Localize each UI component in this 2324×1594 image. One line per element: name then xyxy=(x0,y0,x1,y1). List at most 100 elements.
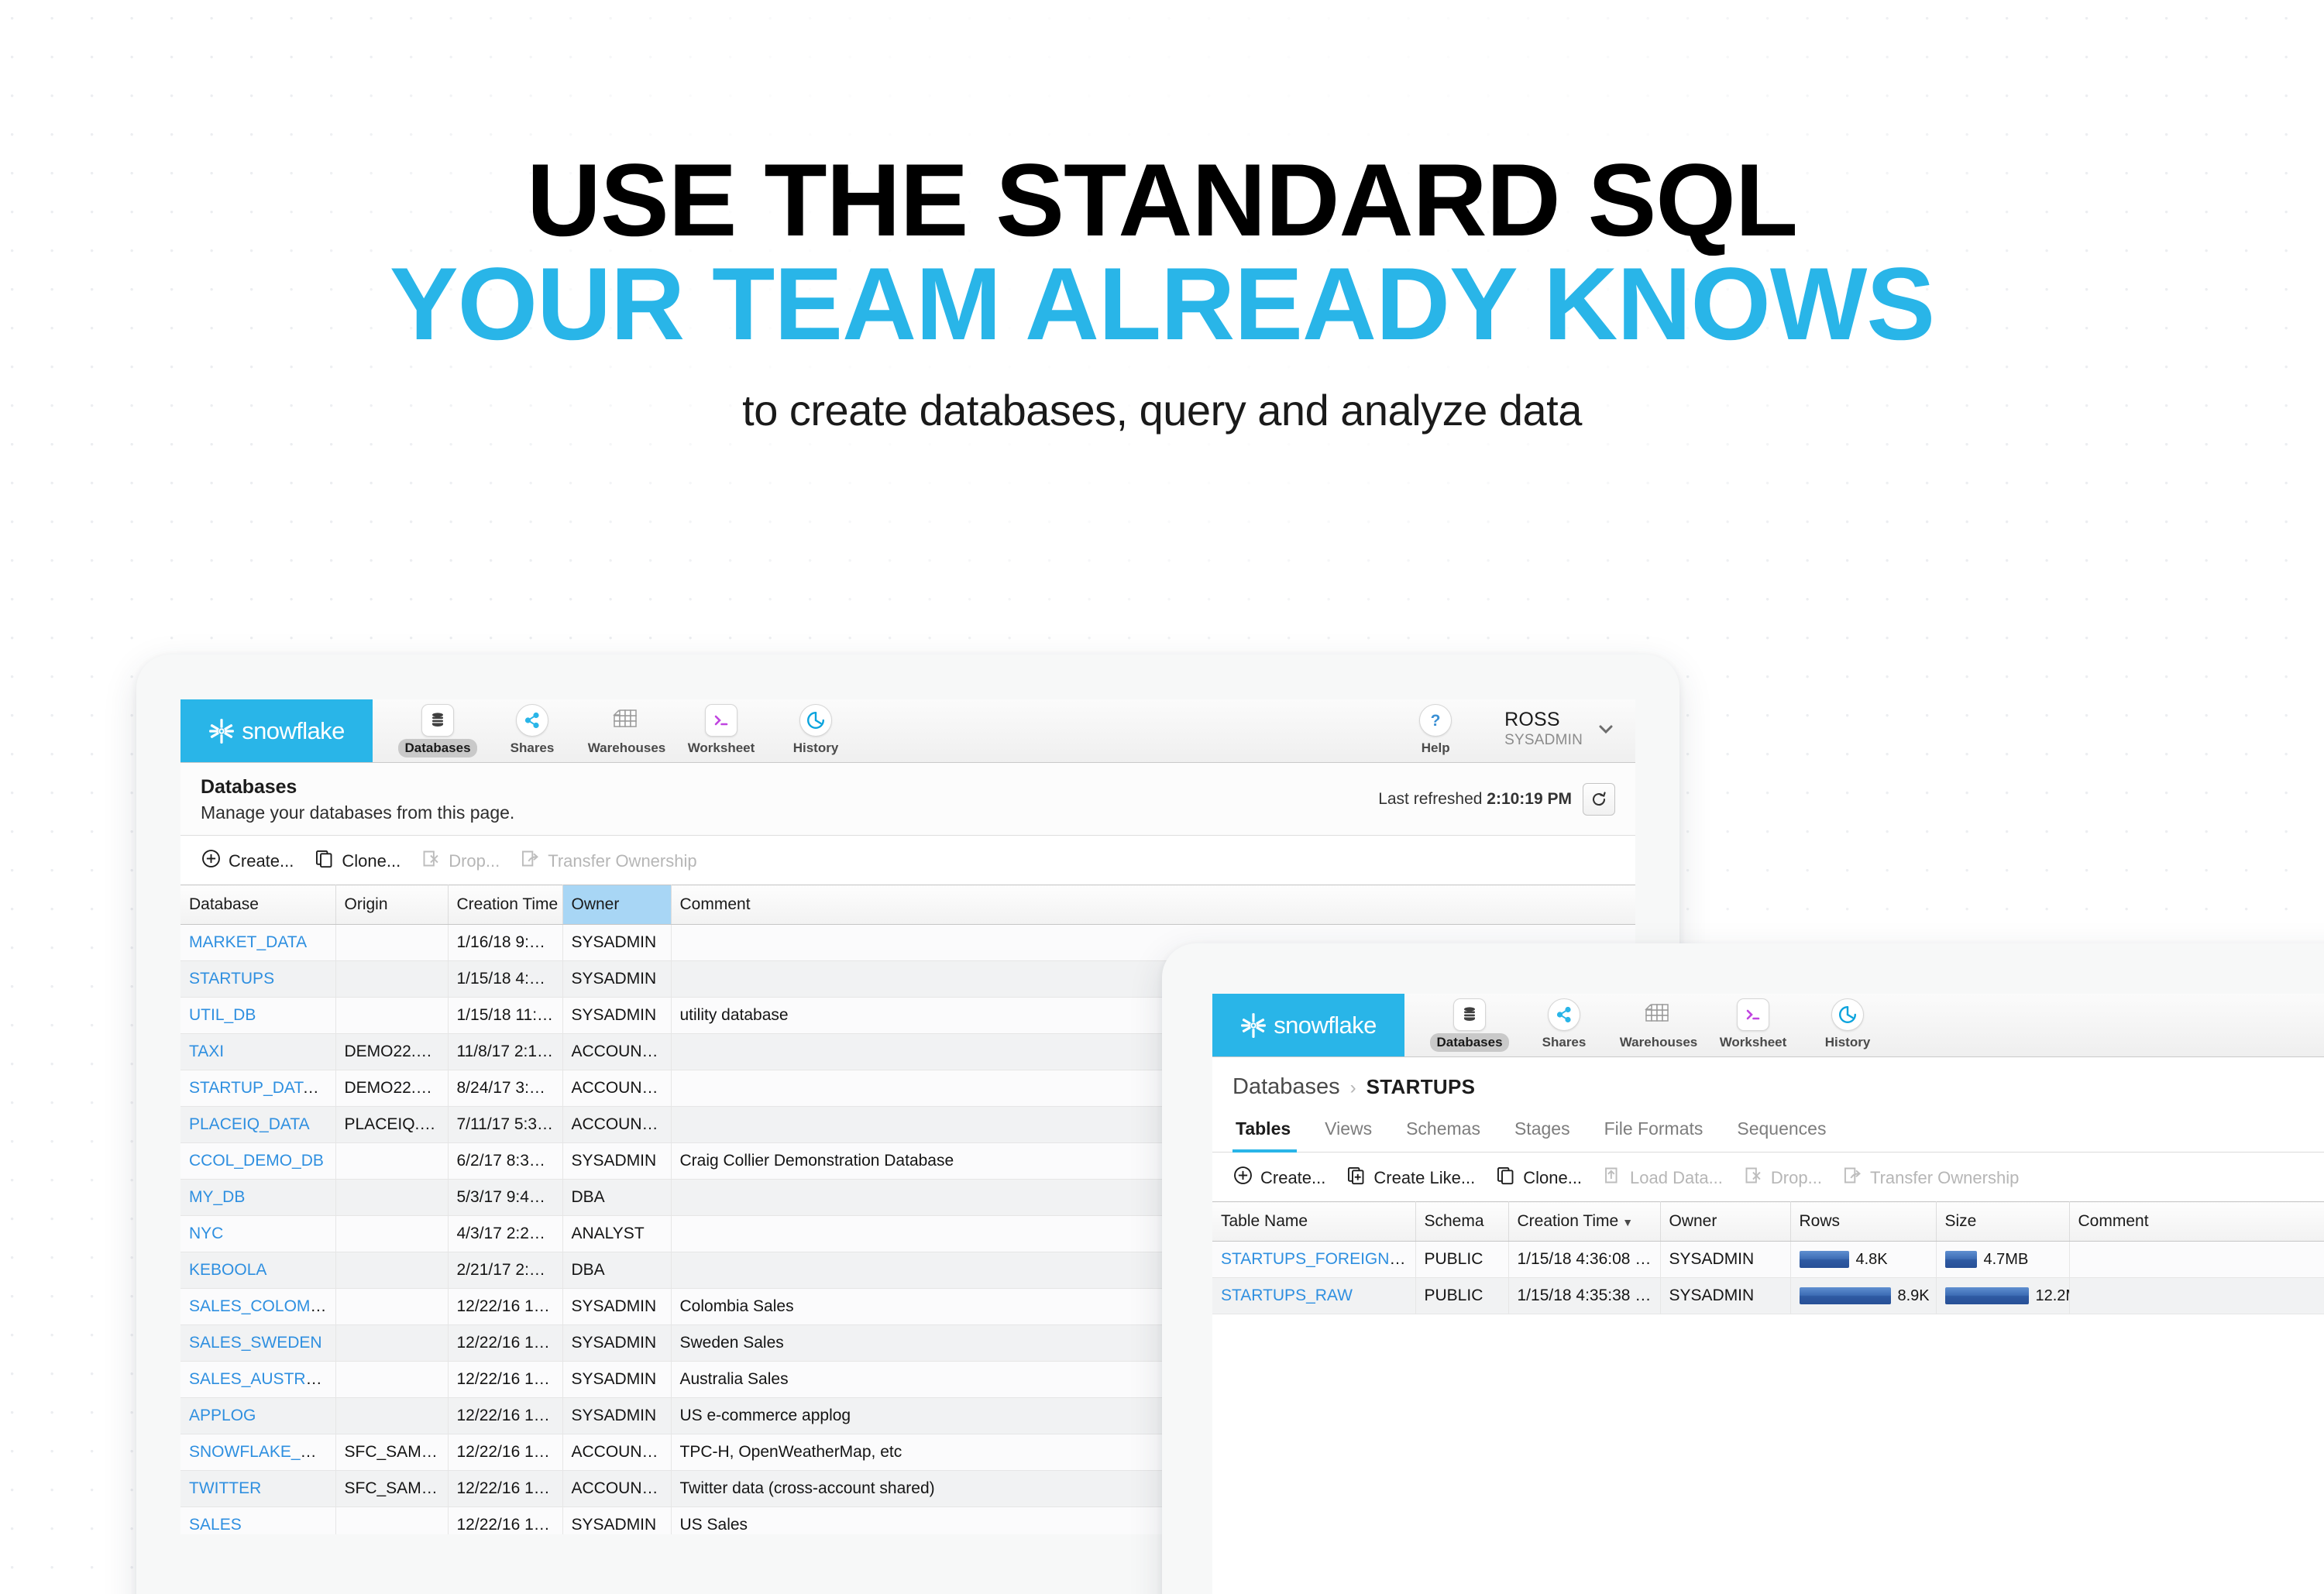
cell-database-name[interactable]: SALES_COLOMBIA xyxy=(180,1288,336,1325)
cell-database-name[interactable]: CCOL_DEMO_DB xyxy=(180,1142,336,1180)
nav-item-history[interactable]: History xyxy=(1803,994,1893,1052)
cell-creation-time: 11/8/17 2:18:16 PM xyxy=(448,1033,563,1070)
cell-table-name[interactable]: STARTUPS_RAW xyxy=(1212,1277,1416,1314)
snowflake-logo[interactable]: snowflake xyxy=(180,699,373,762)
nav-item-history[interactable]: History xyxy=(771,699,861,757)
cell-origin: SFC_SAMPLES.SA... xyxy=(335,1434,449,1471)
cell-database-name[interactable]: NYC xyxy=(180,1215,336,1252)
nav-items: Databases Shares Warehouses Worksheet Hi… xyxy=(373,699,1395,762)
refresh-button[interactable] xyxy=(1583,783,1615,816)
cell-origin xyxy=(335,924,449,961)
column-header-origin[interactable]: Origin xyxy=(335,885,449,925)
toolbar-button-label: Load Data... xyxy=(1630,1167,1723,1187)
tab-schemas[interactable]: Schemas xyxy=(1389,1112,1497,1152)
column-header-comment[interactable]: Comment xyxy=(2069,1201,2324,1242)
toolbar-button-clone[interactable]: Clone... xyxy=(1495,1165,1602,1190)
tab-tables[interactable]: Tables xyxy=(1232,1112,1308,1153)
tables-table-body: STARTUPS_FOREIGN_RAW PUBLIC 1/15/18 4:36:0… xyxy=(1212,1241,2324,1314)
toolbar-button-create-like[interactable]: Create Like... xyxy=(1346,1165,1495,1190)
value-label: 12.2MB xyxy=(2035,1287,2069,1304)
cell-comment xyxy=(2069,1277,2324,1314)
nav-item-databases[interactable]: Databases xyxy=(1425,994,1514,1052)
cell-creation-time: 12/22/16 12:32:45 PM xyxy=(448,1288,563,1325)
cell-schema: PUBLIC xyxy=(1415,1277,1509,1314)
cell-owner: SYSADMIN xyxy=(1660,1241,1791,1278)
nav-item-shares[interactable]: Shares xyxy=(1519,994,1609,1052)
column-header-creation-time[interactable]: Creation Time▼ xyxy=(448,885,572,925)
last-refreshed-label: Last refreshed 2:10:19 PM xyxy=(1378,790,1572,808)
table-row[interactable]: STARTUPS_RAW PUBLIC 1/15/18 4:35:38 PM SYSA… xyxy=(1212,1277,2324,1314)
cell-database-name[interactable]: UTIL_DB xyxy=(180,997,336,1034)
toolbar-button-clone[interactable]: Clone... xyxy=(314,848,421,874)
cell-owner: SYSADMIN xyxy=(562,1506,672,1534)
nav-item-warehouses[interactable]: Warehouses xyxy=(1614,994,1703,1052)
user-menu[interactable]: ROSS SYSADMIN xyxy=(1487,699,1623,749)
nav-item-worksheet[interactable]: Worksheet xyxy=(676,699,766,757)
cell-database-name[interactable]: SALES xyxy=(180,1506,336,1534)
column-header-size[interactable]: Size xyxy=(1936,1201,2070,1242)
cell-creation-time: 4/3/17 2:26:43 PM xyxy=(448,1215,563,1252)
cell-creation-time: 2/21/17 2:10:21 PM xyxy=(448,1252,563,1289)
nav-item-databases[interactable]: Databases xyxy=(393,699,483,757)
cell-database-name[interactable]: STARTUPS xyxy=(180,960,336,998)
nav-item-help[interactable]: ? Help xyxy=(1395,699,1476,757)
cell-database-name[interactable]: STARTUP_DATABASE xyxy=(180,1070,336,1107)
nav-label-worksheet: Worksheet xyxy=(1719,1035,1787,1049)
cell-database-name[interactable]: SALES_SWEDEN xyxy=(180,1324,336,1362)
cell-database-name[interactable]: SNOWFLAKE_SAMPLE_DATA xyxy=(180,1434,336,1471)
nav-item-warehouses[interactable]: Warehouses xyxy=(582,699,672,757)
value-bar xyxy=(1944,1287,2029,1304)
share-icon xyxy=(516,704,548,737)
cell-database-name[interactable]: MY_DB xyxy=(180,1179,336,1216)
tab-sequences[interactable]: Sequences xyxy=(1720,1112,1843,1152)
table-row[interactable]: STARTUPS_FOREIGN_RAW PUBLIC 1/15/18 4:36:0… xyxy=(1212,1241,2324,1278)
nav-items-front: Databases Shares Warehouses Worksheet Hi… xyxy=(1404,994,2324,1056)
terminal-prompt-icon xyxy=(705,704,737,737)
cell-owner: SYSADMIN xyxy=(562,1361,672,1398)
column-header-creation-time[interactable]: Creation Time▼ xyxy=(1508,1201,1661,1242)
cell-database-name[interactable]: MARKET_DATA xyxy=(180,924,336,961)
cell-database-name[interactable]: APPLOG xyxy=(180,1397,336,1434)
column-header-comment[interactable]: Comment xyxy=(671,885,1635,925)
tables-toolbar: Create... Create Like... Clone... Load Data… xyxy=(1212,1153,2324,1201)
cell-database-name[interactable]: TWITTER xyxy=(180,1470,336,1507)
nav-item-shares[interactable]: Shares xyxy=(487,699,577,757)
top-navigation-bar-front: snowflake Databases Shares Warehouses Wo… xyxy=(1212,994,2324,1057)
column-header-rows[interactable]: Rows xyxy=(1790,1201,1937,1242)
warehouse-grid-icon xyxy=(610,704,643,737)
load-data-icon xyxy=(1602,1165,1623,1190)
cell-database-name[interactable]: KEBOOLA xyxy=(180,1252,336,1289)
cell-owner: SYSADMIN xyxy=(562,1142,672,1180)
column-header-schema[interactable]: Schema xyxy=(1415,1201,1509,1242)
tab-file-formats[interactable]: File Formats xyxy=(1587,1112,1721,1152)
sort-descending-icon: ▼ xyxy=(1622,1216,1634,1228)
column-header-owner[interactable]: Owner xyxy=(1660,1201,1791,1242)
nav-item-worksheet[interactable]: Worksheet xyxy=(1708,994,1798,1052)
value-bar xyxy=(1799,1287,1891,1304)
snowflake-logo-front[interactable]: snowflake xyxy=(1212,994,1404,1056)
tables-table-header-row: Table Name Schema Creation Time ▼ Owner Rows S… xyxy=(1212,1201,2324,1242)
column-header-database[interactable]: Database xyxy=(180,885,336,925)
cell-origin xyxy=(335,1361,449,1398)
share-icon xyxy=(1548,998,1580,1031)
cell-owner: DBA xyxy=(562,1252,672,1289)
breadcrumb-root[interactable]: Databases xyxy=(1232,1074,1340,1100)
cell-database-name[interactable]: TAXI xyxy=(180,1033,336,1070)
column-header-owner[interactable]: Owner xyxy=(562,885,672,925)
column-header-table-name[interactable]: Table Name xyxy=(1212,1201,1416,1242)
cell-owner: SYSADMIN xyxy=(1660,1277,1791,1314)
cell-origin xyxy=(335,1142,449,1180)
cell-database-name[interactable]: SALES_AUSTRALIA xyxy=(180,1361,336,1398)
cell-database-name[interactable]: PLACEIQ_DATA xyxy=(180,1106,336,1143)
toolbar-button-create[interactable]: Create... xyxy=(1232,1165,1346,1190)
svg-text:?: ? xyxy=(1431,712,1441,730)
warehouse-grid-icon xyxy=(1642,998,1675,1031)
cell-creation-time: 12/22/16 12:32:31 PM xyxy=(448,1506,563,1534)
nav-label-shares: Shares xyxy=(1542,1035,1587,1049)
nav-label-databases: Databases xyxy=(398,739,477,757)
tab-stages[interactable]: Stages xyxy=(1497,1112,1587,1152)
brand-name: snowflake xyxy=(1274,1011,1377,1039)
tab-views[interactable]: Views xyxy=(1308,1112,1389,1152)
cell-table-name[interactable]: STARTUPS_FOREIGN_RAW xyxy=(1212,1241,1416,1278)
toolbar-button-create[interactable]: Create... xyxy=(201,848,314,874)
